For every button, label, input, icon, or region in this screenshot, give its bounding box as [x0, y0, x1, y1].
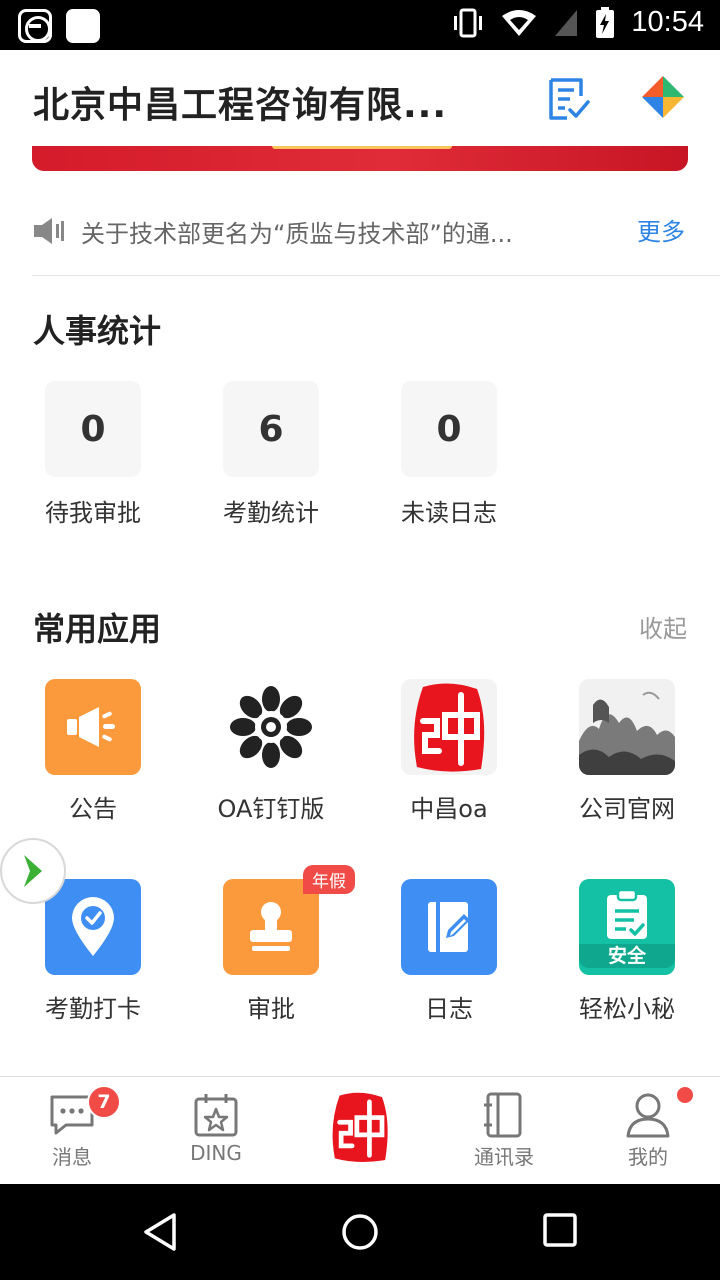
- location-pin-icon: [45, 879, 141, 975]
- security-label: 安全: [579, 943, 675, 968]
- app-announcement[interactable]: 公告: [8, 679, 178, 824]
- app-label: 日志: [425, 995, 473, 1023]
- nav-contacts[interactable]: 通讯录: [449, 1091, 559, 1170]
- person-icon: [626, 1093, 670, 1138]
- colorful-diamond-logo-icon: [642, 76, 684, 118]
- app-header: 北京中昌工程咨询有限...: [0, 50, 720, 146]
- app-label: 中昌oa: [410, 795, 488, 823]
- square-notification-icon: [66, 9, 100, 43]
- annual-leave-tag: 年假: [303, 865, 355, 894]
- app-oa-dingtalk[interactable]: OA钉钉版: [186, 679, 356, 824]
- landscape-painting-icon: [579, 679, 675, 775]
- nav-label: 通讯录: [474, 1145, 534, 1169]
- side-drawer-handle[interactable]: [0, 838, 66, 904]
- checklist-edit-icon: [549, 78, 590, 120]
- status-bar: 10:54: [0, 0, 720, 50]
- nav-work-center[interactable]: [305, 1087, 415, 1167]
- recents-icon[interactable]: [542, 1212, 578, 1248]
- stat-value: 6: [223, 381, 319, 477]
- nav-label: DING: [190, 1141, 242, 1165]
- stat-value: 0: [45, 381, 141, 477]
- nav-me[interactable]: 我的: [593, 1087, 703, 1170]
- app-label: 轻松小秘: [579, 995, 675, 1023]
- notice-bar[interactable]: 关于技术部更名为“质监与技术部”的通... 更多: [32, 200, 720, 276]
- seal-logo-icon: [332, 1092, 388, 1163]
- banner-decoration: [272, 146, 452, 149]
- nav-label: 我的: [628, 1145, 668, 1169]
- clipboard-check-icon: 安全: [579, 879, 675, 975]
- nav-label: 消息: [52, 1145, 92, 1169]
- back-icon[interactable]: [140, 1212, 180, 1252]
- todo-button[interactable]: [543, 74, 593, 124]
- apps-title: 常用应用: [33, 610, 162, 648]
- nav-ding[interactable]: DING: [161, 1091, 271, 1165]
- stat-unread-logs[interactable]: 0 未读日志: [374, 381, 524, 528]
- notice-more-link[interactable]: 更多: [637, 212, 685, 247]
- stat-value: 0: [401, 381, 497, 477]
- stat-label: 未读日志: [401, 499, 497, 527]
- notice-text[interactable]: 关于技术部更名为“质监与技术部”的通...: [81, 214, 561, 249]
- app-approval[interactable]: 年假 审批: [186, 865, 356, 1024]
- promo-banner[interactable]: [32, 146, 688, 171]
- app-easy-secretary[interactable]: 安全 轻松小秘: [542, 879, 712, 1024]
- hr-stats-title: 人事统计: [33, 312, 162, 350]
- vibrate-icon: [454, 8, 483, 37]
- app-label: OA钉钉版: [217, 795, 325, 823]
- stat-label: 考勤统计: [223, 499, 319, 527]
- cell-signal-icon: [555, 9, 578, 36]
- megaphone-icon: [45, 679, 141, 775]
- stat-label: 待我审批: [45, 499, 141, 527]
- contacts-book-icon: [484, 1092, 522, 1138]
- wifi-icon: [502, 9, 537, 36]
- app-label: 审批: [247, 995, 295, 1023]
- nav-messages[interactable]: 消息 7: [17, 1085, 127, 1170]
- organization-title[interactable]: 北京中昌工程咨询有限...: [33, 76, 447, 128]
- seal-logo-icon: [401, 679, 497, 775]
- app-label: 公司官网: [579, 795, 675, 823]
- clock: 10:54: [631, 6, 704, 38]
- new-dot-badge: [677, 1087, 693, 1103]
- bottom-navigation: 消息 7 DING 通讯录 我的: [0, 1076, 720, 1184]
- app-company-website[interactable]: 公司官网: [542, 679, 712, 824]
- app-label: 公告: [69, 795, 117, 823]
- unread-count-badge: 7: [87, 1085, 121, 1119]
- ding-calendar-icon: [194, 1094, 238, 1137]
- flower-logo-icon: [223, 679, 319, 775]
- collapse-apps-button[interactable]: 收起: [639, 609, 687, 644]
- home-icon[interactable]: [340, 1212, 380, 1252]
- app-daily-log[interactable]: 日志: [364, 879, 534, 1024]
- workspace-switch-button[interactable]: [640, 74, 690, 124]
- app-notification-icon: [18, 9, 52, 43]
- speaker-icon: [34, 218, 64, 244]
- app-zhongchang-oa[interactable]: 中昌oa: [364, 679, 534, 824]
- system-navigation-bar: [0, 1184, 720, 1280]
- notebook-pen-icon: [401, 879, 497, 975]
- stamp-icon: 年假: [223, 865, 355, 975]
- app-label: 考勤打卡: [45, 995, 141, 1023]
- stat-attendance[interactable]: 6 考勤统计: [196, 381, 346, 528]
- battery-charging-icon: [596, 6, 615, 38]
- chevron-right-icon: [24, 855, 42, 887]
- stat-pending-approval[interactable]: 0 待我审批: [18, 381, 168, 528]
